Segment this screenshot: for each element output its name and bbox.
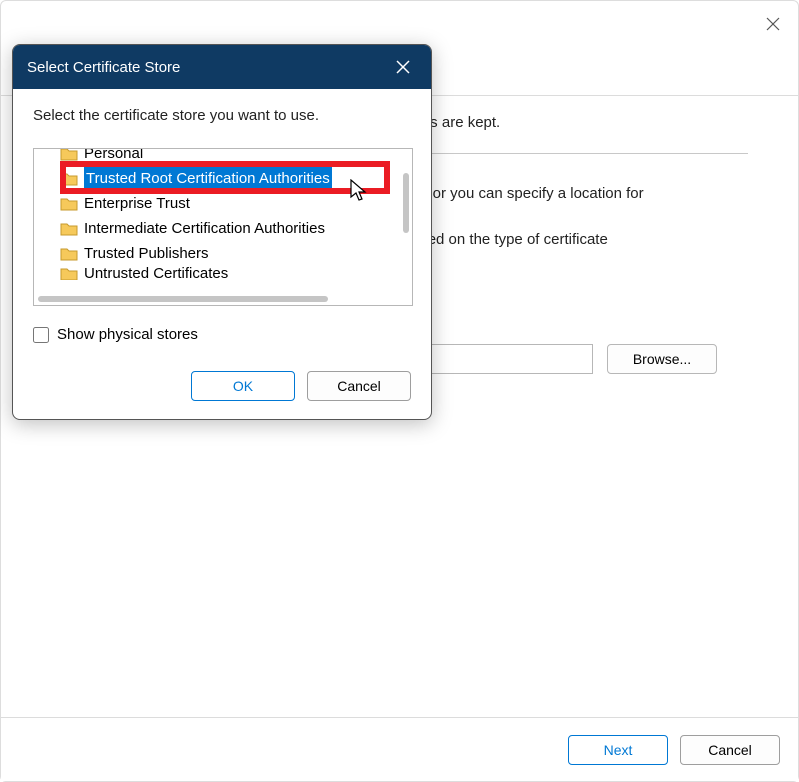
- tree-item-label: Intermediate Certification Authorities: [84, 216, 325, 241]
- wizard-close-button[interactable]: [762, 13, 784, 35]
- certificate-store-tree[interactable]: Personal Trusted Root Certification Auth…: [33, 148, 413, 306]
- tree-item-intermediate-ca[interactable]: Intermediate Certification Authorities: [60, 216, 408, 241]
- vertical-scrollbar[interactable]: [403, 173, 409, 233]
- modal-prompt: Select the certificate store you want to…: [33, 107, 411, 124]
- tree-item-trusted-publishers[interactable]: Trusted Publishers: [60, 241, 408, 266]
- wizard-cancel-button[interactable]: Cancel: [680, 735, 780, 765]
- folder-icon: [60, 266, 78, 280]
- show-physical-stores-label: Show physical stores: [57, 326, 198, 343]
- show-physical-stores-checkbox[interactable]: Show physical stores: [33, 326, 411, 343]
- modal-close-button[interactable]: [389, 53, 417, 81]
- close-icon: [396, 60, 410, 74]
- wizard-footer: Next Cancel: [1, 717, 798, 781]
- ok-button[interactable]: OK: [191, 371, 295, 401]
- tree-item-label: Trusted Publishers: [84, 241, 209, 266]
- modal-titlebar: Select Certificate Store: [13, 45, 431, 89]
- tree-item-label: Trusted Root Certification Authorities: [84, 166, 332, 191]
- modal-cancel-button[interactable]: Cancel: [307, 371, 411, 401]
- tree-item-untrusted-certificates[interactable]: Untrusted Certificates: [60, 266, 408, 280]
- folder-icon: [60, 171, 78, 186]
- tree-item-personal[interactable]: Personal: [60, 148, 408, 166]
- tree-item-trusted-root-ca[interactable]: Trusted Root Certification Authorities: [60, 166, 408, 191]
- tree-item-label: Untrusted Certificates: [84, 266, 228, 280]
- show-physical-stores-input[interactable]: [33, 327, 49, 343]
- close-icon: [766, 17, 780, 31]
- next-button[interactable]: Next: [568, 735, 668, 765]
- wizard-body-divider: [391, 153, 748, 154]
- folder-icon: [60, 196, 78, 211]
- modal-footer: OK Cancel: [13, 359, 431, 419]
- folder-icon: [60, 246, 78, 261]
- browse-button[interactable]: Browse...: [607, 344, 717, 374]
- folder-icon: [60, 221, 78, 236]
- folder-icon: [60, 148, 78, 161]
- tree-item-enterprise-trust[interactable]: Enterprise Trust: [60, 191, 408, 216]
- tree-item-label: Personal: [84, 148, 143, 166]
- horizontal-scrollbar[interactable]: [38, 296, 328, 302]
- modal-title: Select Certificate Store: [27, 59, 180, 76]
- select-certificate-store-dialog: Select Certificate Store Select the cert…: [12, 44, 432, 420]
- tree-item-label: Enterprise Trust: [84, 191, 190, 216]
